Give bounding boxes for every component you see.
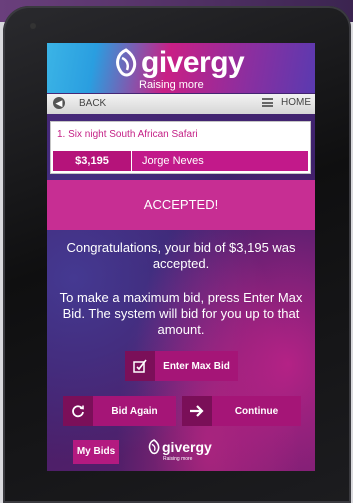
continue-label: Continue (234, 405, 279, 417)
enter-max-bid-label: Enter Max Bid (163, 360, 230, 372)
back-button[interactable]: ◀ BACK (53, 97, 106, 109)
camera-icon (30, 23, 36, 29)
home-label: HOME (281, 97, 311, 108)
footer-logo: givergy (147, 439, 212, 455)
accepted-banner: ACCEPTED! (47, 180, 315, 230)
bid-price: $3,195 (53, 151, 131, 171)
enter-max-bid-button[interactable]: Enter Max Bid (125, 351, 238, 381)
checkbox-pencil-icon (125, 351, 155, 381)
footer-logo-text: givergy (162, 439, 212, 455)
arrow-left-circle-icon: ◀ (53, 97, 65, 109)
footer-tagline: Raising more (163, 456, 193, 462)
auction-item-card: 1. Six night South African Safari $3,195… (50, 121, 311, 174)
nav-bar: ◀ BACK HOME (47, 94, 315, 114)
congrats-message: Congratulations, your bid of $3,195 was … (66, 240, 296, 271)
bid-again-label: Bid Again (111, 405, 158, 417)
bidder-name: Jorge Neves (132, 151, 308, 171)
item-title[interactable]: 1. Six night South African Safari (57, 129, 198, 140)
refresh-icon (63, 396, 93, 426)
logo-text: givergy (141, 46, 245, 79)
continue-button[interactable]: Continue (182, 396, 301, 426)
max-bid-info: To make a maximum bid, press Enter Max B… (59, 290, 303, 337)
home-button[interactable]: HOME (262, 97, 311, 108)
app-screen: givergy Raising more ◀ BACK HOME 1. Six … (47, 43, 315, 471)
givergy-logo-icon (116, 48, 137, 77)
menu-icon (262, 98, 273, 107)
app-header: givergy Raising more (47, 43, 315, 93)
givergy-footer-logo-icon (148, 439, 160, 455)
my-bids-button[interactable]: My Bids (73, 440, 119, 464)
bid-again-button[interactable]: Bid Again (63, 396, 176, 426)
back-label: BACK (79, 97, 107, 109)
tagline: Raising more (139, 79, 204, 91)
arrow-right-icon (182, 396, 212, 426)
givergy-logo: givergy (113, 46, 245, 79)
